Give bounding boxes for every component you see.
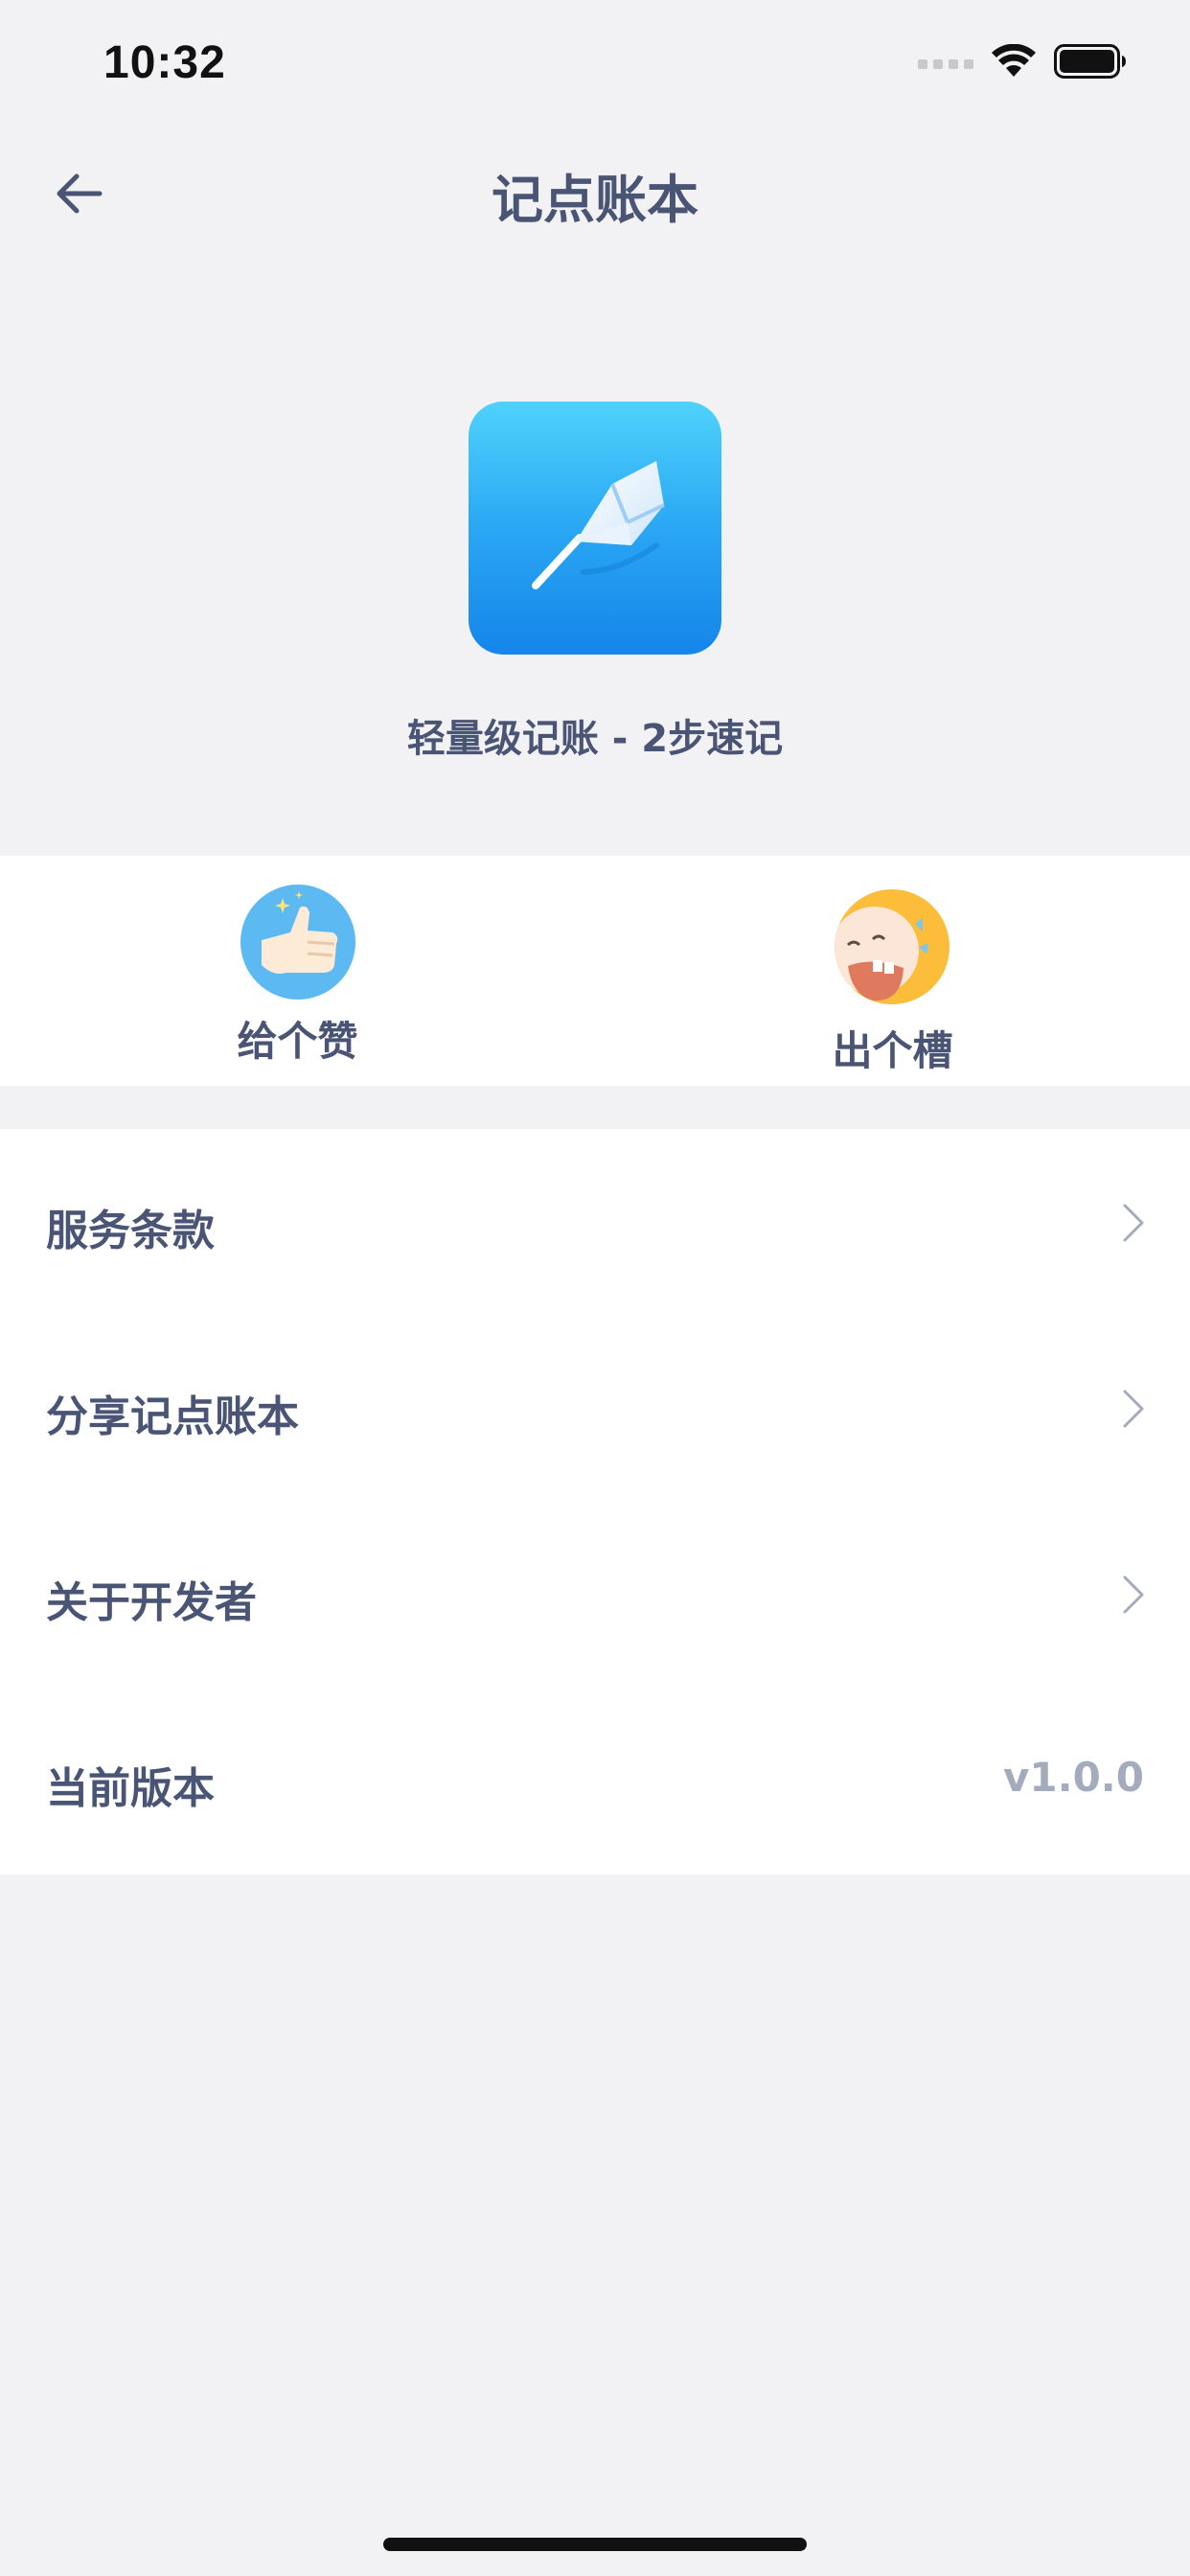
page-title: 记点账本: [492, 170, 698, 230]
feedback-button[interactable]: 出个槽: [595, 856, 1190, 1086]
thumbs-up-icon: [240, 885, 355, 1000]
menu-item-about-developer[interactable]: 关于开发者: [0, 1501, 1190, 1687]
menu-item-label: 关于开发者: [46, 1578, 257, 1627]
laughing-face-icon: [835, 889, 950, 1004]
signal-icon: [918, 59, 973, 69]
status-time: 10:32: [103, 37, 226, 88]
app-logo: [469, 402, 721, 655]
chevron-right-icon: [1123, 1390, 1144, 1428]
status-icons: [918, 42, 1127, 80]
menu-item-version: 当前版本 v1.0.0: [0, 1687, 1190, 1873]
wifi-icon: [992, 44, 1036, 77]
chevron-right-icon: [1123, 1576, 1144, 1614]
menu-item-label: 分享记点账本: [46, 1392, 299, 1441]
like-label: 给个赞: [237, 1018, 358, 1065]
settings-menu: 服务条款 分享记点账本 关于开发者 当前版本 v1.0.0: [0, 1129, 1190, 1874]
version-value: v1.0.0: [1003, 1754, 1144, 1801]
menu-item-label: 服务条款: [46, 1207, 215, 1255]
feedback-label: 出个槽: [832, 1027, 953, 1074]
nav-bar: 记点账本: [0, 134, 1190, 249]
battery-icon: [1054, 44, 1126, 79]
action-panel: 给个赞 出个槽: [0, 856, 1190, 1086]
chevron-right-icon: [1123, 1204, 1144, 1242]
menu-item-terms[interactable]: 服务条款: [0, 1129, 1190, 1315]
home-indicator[interactable]: [383, 2538, 807, 2551]
feather-pen-icon: [532, 461, 665, 589]
app-tagline: 轻量级记账 - 2步速记: [406, 717, 784, 761]
menu-item-share[interactable]: 分享记点账本: [0, 1315, 1190, 1501]
status-bar: 10:32: [0, 0, 1190, 126]
menu-item-label: 当前版本: [46, 1764, 215, 1813]
like-button[interactable]: 给个赞: [0, 856, 595, 1086]
